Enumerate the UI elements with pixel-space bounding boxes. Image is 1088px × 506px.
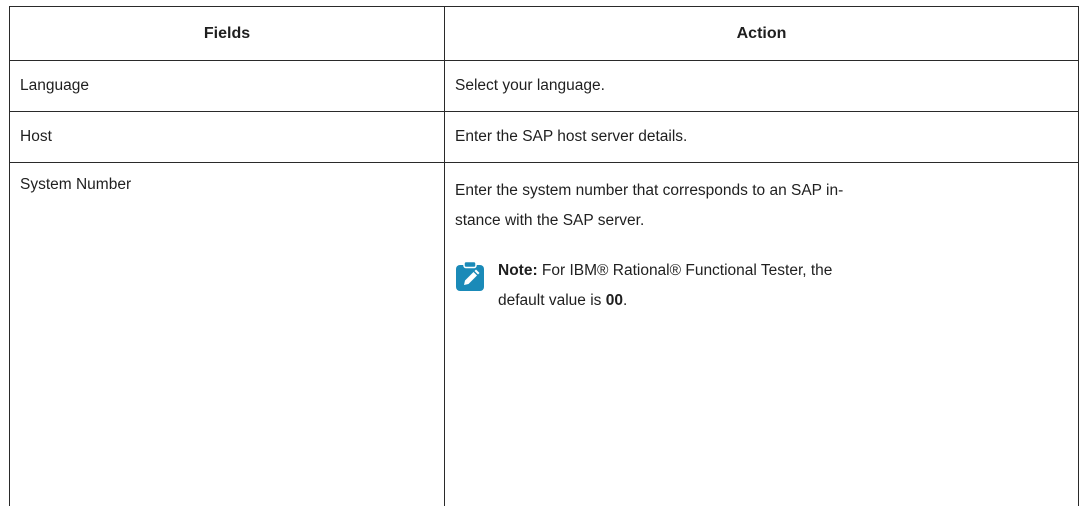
- note-default-value: 00: [606, 292, 623, 309]
- note-line-1: Note: For IBM® Rational® Functional Test…: [498, 256, 1068, 286]
- header-action: Action: [445, 7, 1079, 61]
- action-text-line-2: stance with the SAP server.: [455, 206, 1068, 236]
- note-text: For IBM® Rational® Functional Tester, th…: [538, 262, 833, 279]
- field-action: Enter the SAP host server details.: [445, 112, 1079, 163]
- note-text-2: default value is: [498, 292, 606, 309]
- field-name: Language: [10, 61, 445, 112]
- field-action-cell: Enter the system number that corresponds…: [445, 163, 1079, 506]
- note-pencil-icon: [455, 260, 485, 292]
- table-row: System Number Enter the system number th…: [10, 163, 1079, 506]
- fields-table: Fields Action Language Select your langu…: [9, 6, 1079, 506]
- note-end: .: [623, 292, 627, 309]
- table-header-row: Fields Action: [10, 7, 1079, 61]
- note-block: Note: For IBM® Rational® Functional Test…: [455, 256, 1068, 316]
- table-row: Host Enter the SAP host server details.: [10, 112, 1079, 163]
- field-name: Host: [10, 112, 445, 163]
- header-fields: Fields: [10, 7, 445, 61]
- field-action: Select your language.: [445, 61, 1079, 112]
- field-name: System Number: [10, 163, 445, 506]
- note-line-2: default value is 00.: [498, 286, 1068, 316]
- note-label: Note:: [498, 262, 538, 279]
- action-text-line-1: Enter the system number that corresponds…: [455, 176, 1068, 206]
- table-row: Language Select your language.: [10, 61, 1079, 112]
